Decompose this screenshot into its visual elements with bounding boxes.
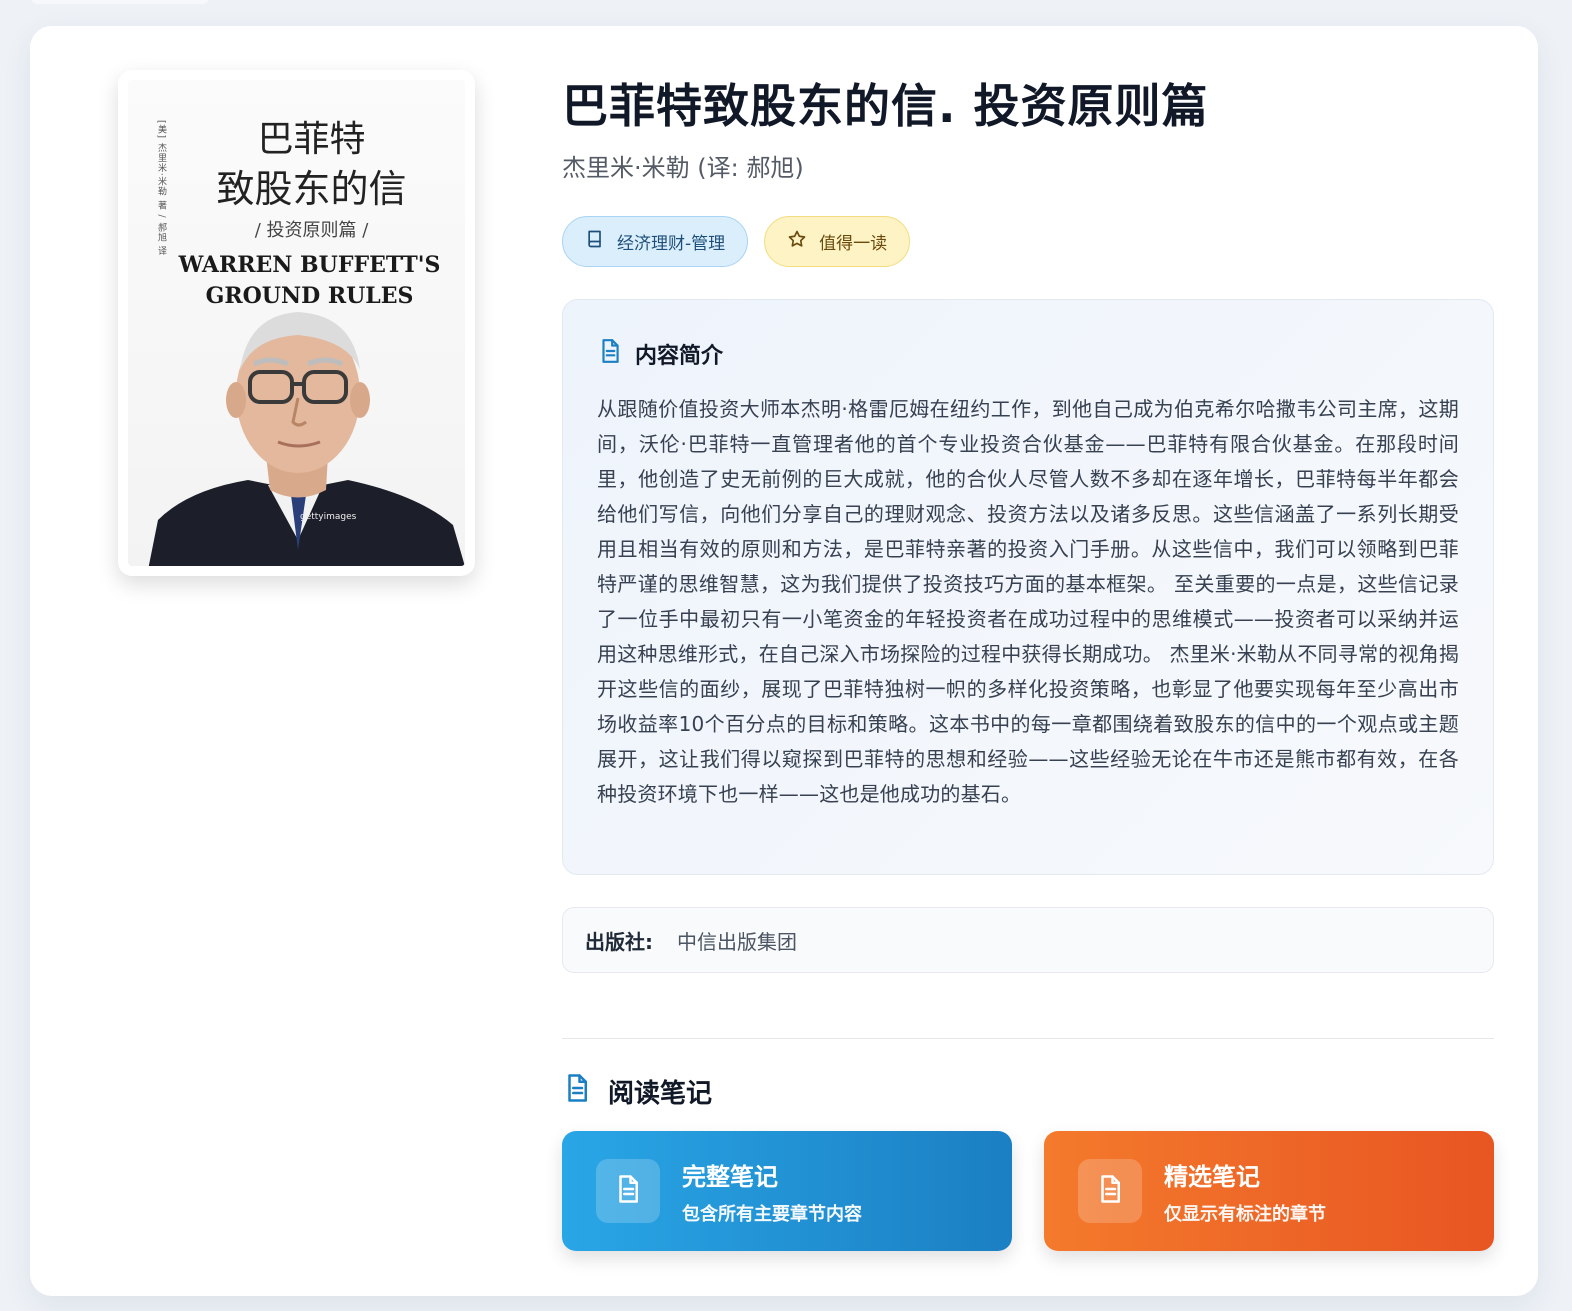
selected-notes-button[interactable]: 精选笔记 仅显示有标注的章节 <box>1044 1131 1494 1251</box>
selected-notes-icon-box <box>1078 1159 1142 1223</box>
tag-list: 经济理财-管理 值得一读 <box>562 216 911 267</box>
document-icon <box>597 338 623 370</box>
summary-section: 内容简介 从跟随价值投资大师本杰明·格雷厄姆在纽约工作，到他自己成为伯克希尔哈撒… <box>562 299 1494 875</box>
publisher-label: 出版社: <box>585 929 653 954</box>
book-detail-card: [美] 杰里米·米勒 著 / 郝旭 译 巴菲特 致股东的信 / 投资原则篇 / … <box>30 26 1538 1296</box>
publisher-value: 中信出版集团 <box>677 929 797 954</box>
full-notes-icon-box <box>596 1159 660 1223</box>
full-notes-subtitle: 包含所有主要章节内容 <box>682 1203 862 1225</box>
cover-portrait <box>148 290 465 566</box>
file-text-icon <box>613 1174 643 1208</box>
tag-category[interactable]: 经济理财-管理 <box>562 216 749 267</box>
book-author: 杰里米·米勒 (译: 郝旭) <box>562 154 804 182</box>
selected-notes-subtitle: 仅显示有标注的章节 <box>1164 1203 1326 1225</box>
cover-watermark: gettyimages <box>300 512 357 522</box>
file-text-icon <box>1095 1174 1125 1208</box>
cover-title-line2: 致股东的信 <box>216 167 407 211</box>
book-icon <box>585 229 605 254</box>
full-notes-button[interactable]: 完整笔记 包含所有主要章节内容 <box>562 1131 1012 1251</box>
selected-notes-text: 精选笔记 仅显示有标注的章节 <box>1164 1157 1326 1226</box>
top-tab-strip <box>30 0 210 4</box>
summary-text: 从跟随价值投资大师本杰明·格雷厄姆在纽约工作，到他自己成为伯克希尔哈撒韦公司主席… <box>597 397 1459 806</box>
selected-notes-title: 精选笔记 <box>1164 1162 1260 1191</box>
star-icon <box>787 229 807 254</box>
cover-subtitle: / 投资原则篇 / <box>254 220 369 241</box>
book-cover-image: [美] 杰里米·米勒 著 / 郝旭 译 巴菲特 致股东的信 / 投资原则篇 / … <box>128 80 465 566</box>
notes-header: 阅读笔记 <box>562 1072 712 1111</box>
section-divider <box>562 1038 1494 1039</box>
cover-english-line1: WARREN BUFFETT'S <box>178 252 441 278</box>
publisher-row: 出版社: 中信出版集团 <box>562 907 1494 973</box>
cover-english-line2: GROUND RULES <box>205 283 414 309</box>
book-cover: [美] 杰里米·米勒 著 / 郝旭 译 巴菲特 致股东的信 / 投资原则篇 / … <box>118 70 475 576</box>
summary-heading: 内容简介 <box>635 344 724 369</box>
book-title: 巴菲特致股东的信. 投资原则篇 <box>562 79 1209 133</box>
full-notes-text: 完整笔记 包含所有主要章节内容 <box>682 1157 862 1226</box>
tag-rating[interactable]: 值得一读 <box>764 216 911 267</box>
notes-heading: 阅读笔记 <box>608 1079 713 1109</box>
tag-category-label: 经济理财-管理 <box>617 234 726 254</box>
cover-title-line1: 巴菲特 <box>257 119 366 160</box>
full-notes-title: 完整笔记 <box>682 1162 778 1191</box>
tag-rating-label: 值得一读 <box>819 234 888 254</box>
notes-document-icon <box>562 1072 592 1111</box>
summary-header: 内容简介 <box>597 338 1459 370</box>
